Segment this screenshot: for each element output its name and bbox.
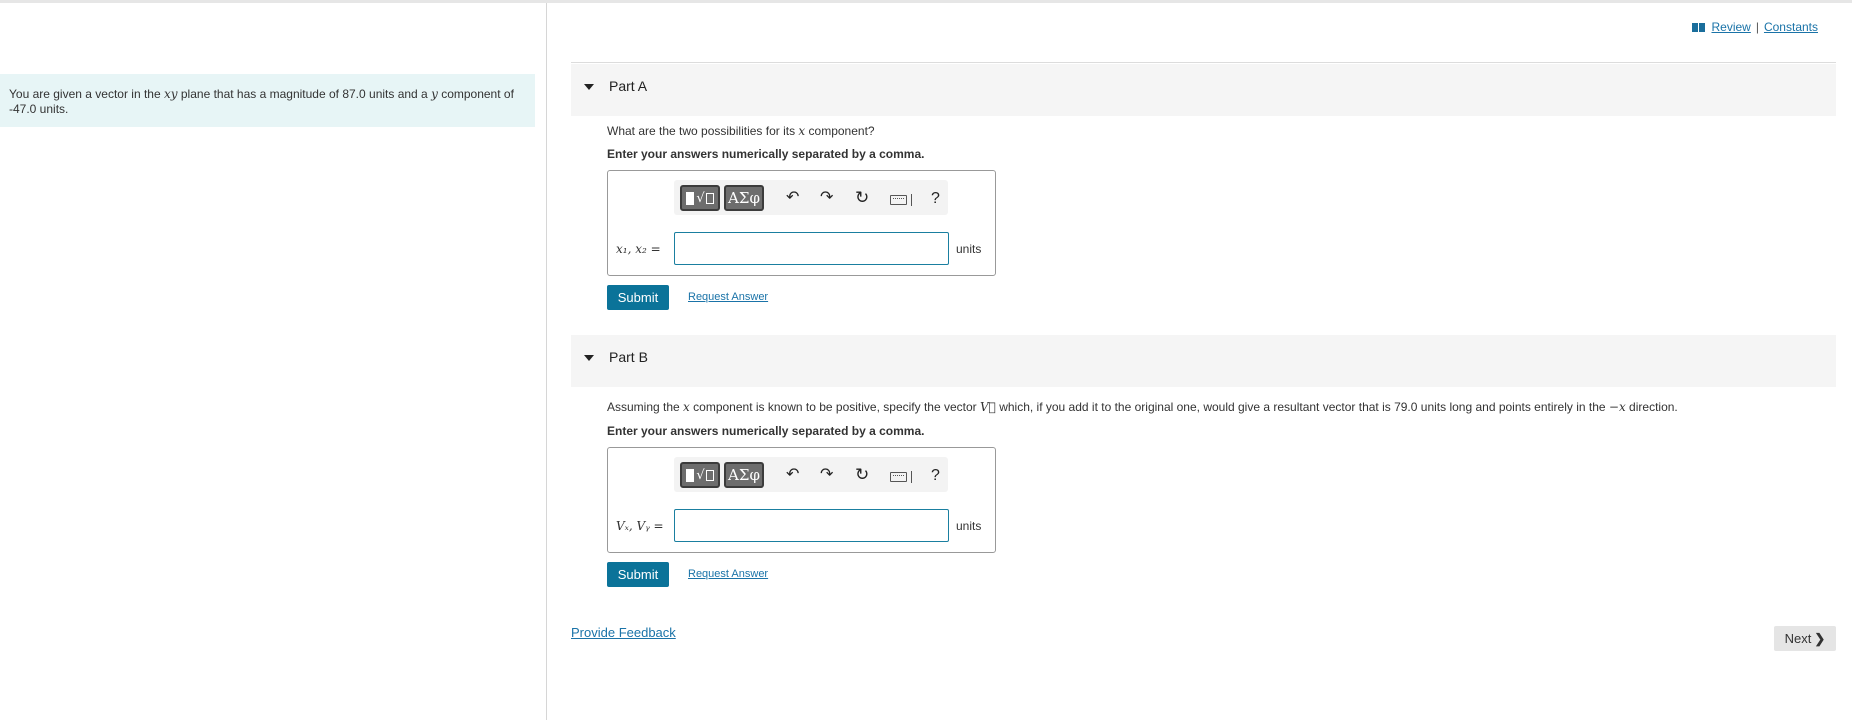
- intro-text-middle: plane that has a magnitude of 87.0 units…: [177, 87, 432, 101]
- keyboard-icon[interactable]: [890, 195, 907, 205]
- intro-text-after: component of: [437, 87, 514, 101]
- intro-y-symbol: y: [431, 87, 438, 101]
- constants-link[interactable]: Constants: [1764, 20, 1818, 34]
- header-divider: [571, 62, 1836, 63]
- part-a-variable-label: x₁, x₂ =: [616, 242, 661, 256]
- chevron-right-icon: ❯: [1814, 630, 1826, 646]
- next-button[interactable]: Next ❯: [1774, 626, 1836, 651]
- help-icon[interactable]: ?: [931, 190, 940, 208]
- help-icon[interactable]: ?: [931, 467, 940, 485]
- undo-icon[interactable]: ↶: [786, 189, 799, 207]
- problem-intro: You are given a vector in the xy plane t…: [0, 74, 535, 127]
- part-b-variable-label: Vₓ, Vᵧ =: [616, 519, 664, 533]
- part-a-instruction: Enter your answers numerically separated…: [607, 147, 925, 161]
- part-a-math-toolbar: √ ΑΣφ ↶ ↷ ↻ ?: [674, 180, 948, 215]
- part-b-question-before: Assuming the: [607, 400, 684, 414]
- part-b-question-after: which, if you add it to the original one…: [995, 400, 1609, 414]
- part-b-header[interactable]: Part B: [571, 335, 1836, 387]
- part-b-question-end: direction.: [1625, 400, 1678, 414]
- part-b-answer-box: √ ΑΣφ ↶ ↷ ↻ ? Vₓ, Vᵧ = units: [607, 447, 996, 553]
- part-a-answer-input[interactable]: [674, 232, 949, 265]
- intro-plane-symbol: xy: [164, 87, 178, 101]
- part-b-title: Part B: [609, 349, 648, 365]
- provide-feedback-link[interactable]: Provide Feedback: [571, 625, 676, 640]
- link-separator: |: [1755, 20, 1759, 34]
- part-b-instruction: Enter your answers numerically separated…: [607, 424, 925, 438]
- part-b-direction-symbol: −x: [1608, 400, 1626, 414]
- part-a-request-answer-link[interactable]: Request Answer: [688, 291, 768, 303]
- reset-icon[interactable]: ↻: [855, 466, 869, 484]
- part-a-question-after: component?: [805, 124, 875, 138]
- redo-icon[interactable]: ↷: [820, 466, 833, 484]
- part-a-answer-box: √ ΑΣφ ↶ ↷ ↻ ? x₁, x₂ = units: [607, 170, 996, 276]
- templates-button[interactable]: √: [680, 462, 720, 488]
- book-icon: [1692, 22, 1706, 32]
- collapse-caret-icon[interactable]: [584, 355, 594, 361]
- part-a-title: Part A: [609, 78, 648, 94]
- keyboard-separator: [911, 471, 912, 483]
- next-label: Next: [1784, 631, 1812, 646]
- problem-pane: You are given a vector in the xy plane t…: [0, 3, 547, 720]
- review-constants-links: Review | Constants: [1692, 20, 1818, 34]
- undo-icon[interactable]: ↶: [786, 466, 799, 484]
- part-b-units: units: [956, 519, 982, 533]
- part-a-units: units: [956, 242, 982, 256]
- part-b-math-toolbar: √ ΑΣφ ↶ ↷ ↻ ?: [674, 457, 948, 492]
- templates-button[interactable]: √: [680, 185, 720, 211]
- redo-icon[interactable]: ↷: [820, 189, 833, 207]
- greek-symbols-button[interactable]: ΑΣφ: [724, 462, 764, 488]
- part-b-request-answer-link[interactable]: Request Answer: [688, 568, 768, 580]
- part-b-submit-button[interactable]: Submit: [607, 562, 669, 587]
- intro-text-before: You are given a vector in the: [9, 87, 164, 101]
- part-b-question: Assuming the x component is known to be …: [607, 400, 1678, 414]
- part-b-question-mid: component is known to be positive, speci…: [689, 400, 980, 414]
- keyboard-separator: [911, 194, 912, 206]
- part-a-submit-button[interactable]: Submit: [607, 285, 669, 310]
- part-a-question: What are the two possibilities for its x…: [607, 124, 875, 138]
- review-link[interactable]: Review: [1711, 20, 1750, 34]
- part-a-header[interactable]: Part A: [571, 64, 1836, 116]
- part-b-question-symbol: x: [683, 400, 690, 414]
- part-b-vector-symbol: V⃗: [979, 400, 996, 414]
- reset-icon[interactable]: ↻: [855, 189, 869, 207]
- collapse-caret-icon[interactable]: [584, 84, 594, 90]
- keyboard-icon[interactable]: [890, 472, 907, 482]
- part-a-question-before: What are the two possibilities for its: [607, 124, 799, 138]
- intro-line2: -47.0 units.: [9, 102, 69, 116]
- part-b-answer-input[interactable]: [674, 509, 949, 542]
- greek-symbols-button[interactable]: ΑΣφ: [724, 185, 764, 211]
